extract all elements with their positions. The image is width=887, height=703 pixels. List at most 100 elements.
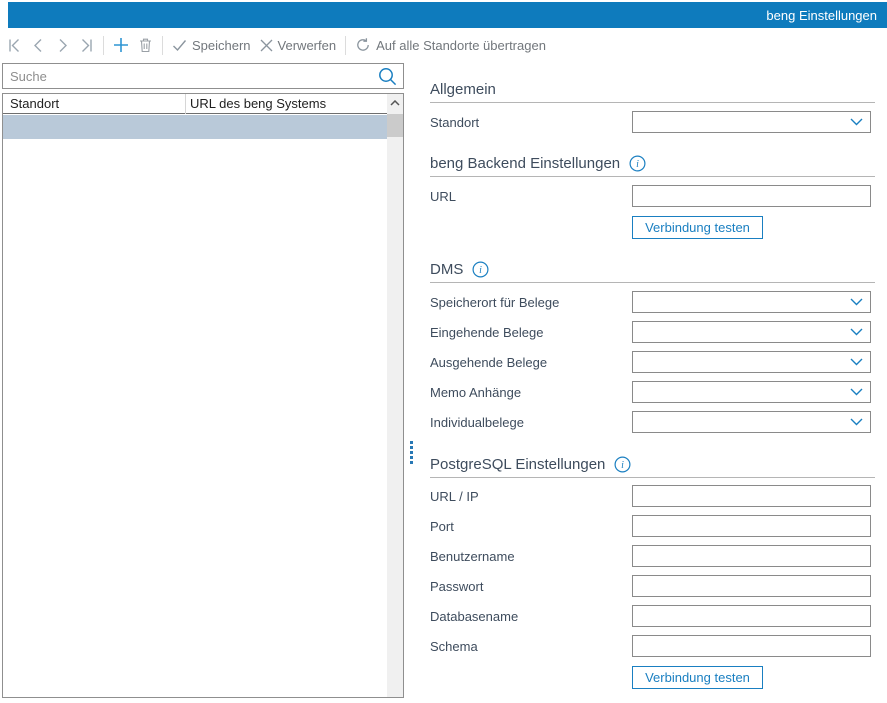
section-title-text: Allgemein [430, 81, 496, 98]
grip-dot [410, 461, 413, 464]
search-box [2, 63, 404, 89]
app-window: beng Einstellungen Speichern Verwerfe [0, 0, 887, 703]
speicherort-label: Speicherort für Belege [430, 295, 559, 310]
section-title-dms: DMS i [430, 261, 875, 283]
chevron-down-icon [850, 418, 863, 426]
scroll-up-button[interactable] [387, 94, 403, 112]
titlebar: beng Einstellungen [8, 2, 887, 28]
delete-record-button[interactable] [138, 37, 153, 53]
urlip-label: URL / IP [430, 489, 479, 504]
svg-text:i: i [622, 460, 625, 471]
speicherort-combobox[interactable] [632, 291, 871, 313]
section-title-text: beng Backend Einstellungen [430, 155, 620, 172]
vertical-scrollbar[interactable] [387, 94, 403, 697]
cell-standort [3, 115, 185, 139]
standort-combobox[interactable] [632, 111, 871, 133]
standort-label: Standort [430, 115, 479, 130]
ausgehende-combobox[interactable] [632, 351, 871, 373]
toolbar-separator [345, 36, 346, 55]
previous-record-icon [31, 38, 46, 53]
toolbar-separator [103, 36, 104, 55]
info-icon[interactable]: i [629, 155, 646, 172]
memo-combobox[interactable] [632, 381, 871, 403]
url-label: URL [430, 189, 456, 204]
grip-dot [410, 441, 413, 444]
passwort-label: Passwort [430, 579, 483, 594]
toolbar-separator [162, 36, 163, 55]
new-record-button[interactable] [113, 37, 129, 53]
section-title-postgresql: PostgreSQL Einstellungen i [430, 456, 875, 478]
table-row[interactable] [3, 115, 387, 139]
column-header-standort[interactable]: Standort [3, 96, 185, 111]
trash-icon [138, 37, 153, 53]
page-title: beng Einstellungen [766, 8, 877, 23]
chevron-down-icon [850, 118, 863, 126]
benutzername-label: Benutzername [430, 549, 515, 564]
pg-database-input[interactable] [632, 605, 871, 627]
chevron-down-icon [850, 388, 863, 396]
field-speicherort: Speicherort für Belege [430, 291, 871, 313]
scrollbar-thumb[interactable] [387, 114, 403, 137]
field-port: Port [430, 515, 871, 537]
field-individual: Individualbelege [430, 411, 871, 433]
standort-table: Standort URL des beng Systems [2, 93, 404, 698]
info-icon[interactable]: i [472, 261, 489, 278]
next-record-button[interactable] [55, 38, 70, 53]
pg-url-ip-input[interactable] [632, 485, 871, 507]
eingehende-combobox[interactable] [632, 321, 871, 343]
search-input[interactable] [3, 65, 377, 87]
info-icon[interactable]: i [614, 456, 631, 473]
pg-schema-input[interactable] [632, 635, 871, 657]
field-benutzername: Benutzername [430, 545, 871, 567]
previous-record-button[interactable] [31, 38, 46, 53]
save-button[interactable]: Speichern [172, 38, 251, 53]
field-databasename: Databasename [430, 605, 871, 627]
first-record-icon [7, 38, 22, 53]
panel-splitter-grip[interactable] [410, 441, 414, 465]
close-x-icon [260, 39, 273, 52]
discard-button[interactable]: Verwerfen [260, 38, 337, 53]
backend-test-connection-button[interactable]: Verbindung testen [632, 216, 763, 239]
first-record-button[interactable] [7, 38, 22, 53]
column-header-url[interactable]: URL des beng Systems [185, 94, 387, 114]
port-label: Port [430, 519, 454, 534]
section-title-text: DMS [430, 261, 463, 278]
grip-dot [410, 446, 413, 449]
pg-username-input[interactable] [632, 545, 871, 567]
transfer-all-label: Auf alle Standorte übertragen [376, 38, 546, 53]
chevron-down-icon [850, 328, 863, 336]
field-ausgehende: Ausgehende Belege [430, 351, 871, 373]
databasename-label: Databasename [430, 609, 518, 624]
pg-password-input[interactable] [632, 575, 871, 597]
transfer-all-button[interactable]: Auf alle Standorte übertragen [355, 37, 546, 53]
section-title-allgemein: Allgemein [430, 81, 875, 103]
grip-dot [410, 456, 413, 459]
svg-text:i: i [479, 265, 482, 276]
cell-url [185, 115, 387, 139]
field-standort: Standort [430, 111, 871, 133]
section-title-text: PostgreSQL Einstellungen [430, 456, 605, 473]
memo-label: Memo Anhänge [430, 385, 521, 400]
postgresql-test-connection-button[interactable]: Verbindung testen [632, 666, 763, 689]
chevron-down-icon [850, 298, 863, 306]
search-icon[interactable] [377, 66, 398, 87]
section-title-backend: beng Backend Einstellungen i [430, 155, 875, 177]
last-record-button[interactable] [79, 38, 94, 53]
table-header-row: Standort URL des beng Systems [3, 94, 387, 114]
pg-port-input[interactable] [632, 515, 871, 537]
field-eingehende: Eingehende Belege [430, 321, 871, 343]
individual-combobox[interactable] [632, 411, 871, 433]
individual-label: Individualbelege [430, 415, 524, 430]
discard-label: Verwerfen [278, 38, 337, 53]
last-record-icon [79, 38, 94, 53]
svg-text:i: i [636, 159, 639, 170]
plus-icon [113, 37, 129, 53]
toolbar: Speichern Verwerfen Auf alle Standorte ü… [7, 33, 546, 57]
save-label: Speichern [192, 38, 251, 53]
chevron-down-icon [850, 358, 863, 366]
chevron-up-icon [390, 100, 400, 106]
grip-dot [410, 451, 413, 454]
backend-url-input[interactable] [632, 185, 871, 207]
field-backend-url: URL [430, 185, 871, 207]
field-urlip: URL / IP [430, 485, 871, 507]
